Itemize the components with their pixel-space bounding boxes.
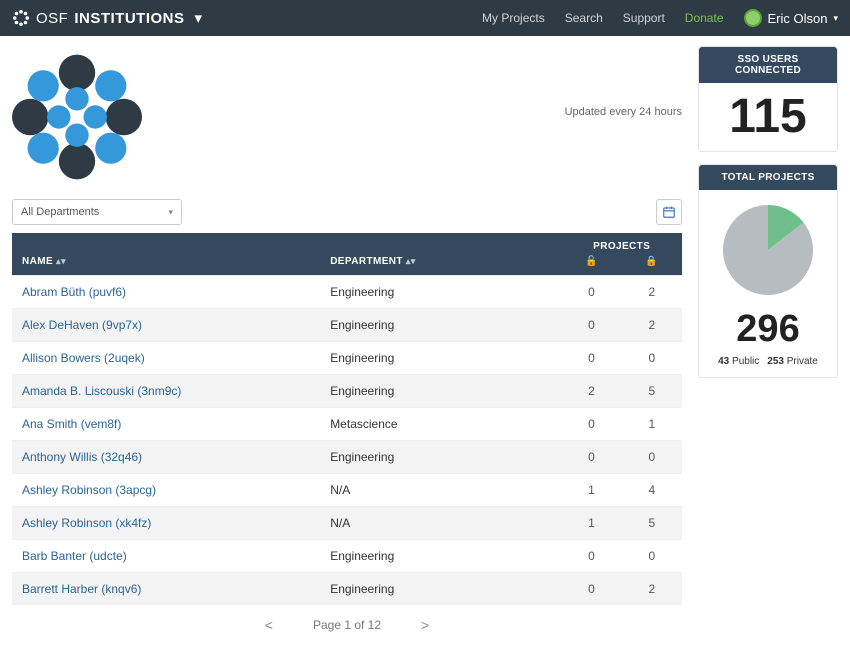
sort-icon: ▴▾ — [56, 256, 66, 266]
institution-logo — [12, 46, 142, 193]
table-row: Ana Smith (vem8f) Metascience01 — [12, 408, 682, 441]
sso-card: SSO USERS CONNECTED 115 — [698, 46, 838, 152]
private-count-cell: 2 — [622, 309, 682, 342]
calendar-icon — [662, 205, 676, 219]
dept-cell: Engineering — [320, 309, 561, 342]
public-count-cell: 0 — [561, 342, 621, 375]
pager: < Page 1 of 12 > — [12, 605, 682, 637]
col-header-name[interactable]: NAME▴▾ — [12, 233, 320, 276]
col-header-public[interactable]: 🔓 — [561, 254, 621, 276]
public-count-cell: 0 — [561, 540, 621, 573]
table-row: Ashley Robinson (3apcg) N/A14 — [12, 474, 682, 507]
table-row: Alex DeHaven (9vp7x) Engineering02 — [12, 309, 682, 342]
updated-text: Updated every 24 hours — [565, 46, 682, 118]
user-name: Eric Olson — [768, 11, 828, 26]
dept-cell: N/A — [320, 507, 561, 540]
public-count-cell: 0 — [561, 408, 621, 441]
table-row: Abram Büth (puvf6) Engineering02 — [12, 276, 682, 309]
chevron-down-icon: ▾ — [168, 207, 173, 218]
user-link[interactable]: Alex DeHaven (9vp7x) — [22, 318, 142, 332]
dept-cell: Engineering — [320, 276, 561, 309]
user-link[interactable]: Amanda B. Liscouski (3nm9c) — [22, 384, 181, 398]
users-table: NAME▴▾ DEPARTMENT▴▾ PROJECTS 🔓 🔒 Abram B… — [12, 233, 682, 605]
private-count-cell: 0 — [622, 342, 682, 375]
dept-cell: N/A — [320, 474, 561, 507]
osf-logo-icon — [12, 9, 30, 27]
sort-icon: ▴▾ — [406, 256, 416, 266]
nav-search[interactable]: Search — [565, 11, 603, 25]
top-nav: OSF INSTITUTIONS ▾ My Projects Search Sup… — [0, 0, 850, 36]
table-row: Allison Bowers (2uqek)Engineering00 — [12, 342, 682, 375]
nav-support[interactable]: Support — [623, 11, 665, 25]
lock-icon: 🔒 — [645, 256, 658, 267]
private-count-cell: 5 — [622, 507, 682, 540]
user-link[interactable]: Anthony Willis (32q46) — [22, 450, 142, 464]
user-link[interactable]: Barrett Harber (knqv6) — [22, 582, 141, 596]
private-count-cell: 0 — [622, 540, 682, 573]
private-count-cell: 4 — [622, 474, 682, 507]
private-count-cell: 2 — [622, 276, 682, 309]
brand-bold: INSTITUTIONS — [74, 10, 184, 27]
dept-cell: Engineering — [320, 441, 561, 474]
dept-cell: Engineering — [320, 540, 561, 573]
table-row: Anthony Willis (32q46)Engineering00 — [12, 441, 682, 474]
table-row: Barrett Harber (knqv6) Engineering02 — [12, 573, 682, 606]
dept-cell: Metascience — [320, 408, 561, 441]
user-menu[interactable]: Eric Olson ▾ — [744, 9, 839, 27]
chevron-down-icon[interactable]: ▾ — [195, 9, 203, 27]
dept-cell: Engineering — [320, 375, 561, 408]
dept-cell: Engineering — [320, 573, 561, 606]
projects-pie-chart — [718, 200, 818, 300]
brand-thin: OSF — [36, 10, 68, 27]
unlock-icon: 🔓 — [585, 256, 598, 267]
user-link[interactable]: Allison Bowers (2uqek) — [22, 351, 145, 365]
pager-prev[interactable]: < — [265, 617, 273, 633]
public-count-cell: 0 — [561, 276, 621, 309]
avatar — [744, 9, 762, 27]
public-count-cell: 0 — [561, 441, 621, 474]
sso-card-title: SSO USERS CONNECTED — [699, 47, 837, 83]
pager-label: Page 1 of 12 — [313, 618, 381, 632]
public-count-cell: 1 — [561, 474, 621, 507]
nav-my-projects[interactable]: My Projects — [482, 11, 545, 25]
sso-value: 115 — [709, 93, 827, 141]
total-projects-card: TOTAL PROJECTS 296 43 Public 253 Private — [698, 164, 838, 378]
dept-cell: Engineering — [320, 342, 561, 375]
nav-donate[interactable]: Donate — [685, 11, 724, 25]
public-count-cell: 1 — [561, 507, 621, 540]
user-link[interactable]: Ashley Robinson (3apcg) — [22, 483, 156, 497]
table-row: Barb Banter (udcte)Engineering00 — [12, 540, 682, 573]
user-link[interactable]: Ashley Robinson (xk4fz) — [22, 516, 151, 530]
department-select-label: All Departments — [21, 206, 99, 218]
total-projects-value: 296 — [709, 310, 827, 348]
private-count-cell: 0 — [622, 441, 682, 474]
col-header-private[interactable]: 🔒 — [622, 254, 682, 276]
user-link[interactable]: Barb Banter (udcte) — [22, 549, 127, 563]
public-count-cell: 0 — [561, 309, 621, 342]
public-count-cell: 0 — [561, 573, 621, 606]
pager-next[interactable]: > — [421, 617, 429, 633]
col-header-department[interactable]: DEPARTMENT▴▾ — [320, 233, 561, 276]
public-count-cell: 2 — [561, 375, 621, 408]
department-select[interactable]: All Departments ▾ — [12, 199, 182, 225]
total-projects-title: TOTAL PROJECTS — [699, 165, 837, 190]
table-row: Amanda B. Liscouski (3nm9c) Engineering25 — [12, 375, 682, 408]
calendar-button[interactable] — [656, 199, 682, 225]
table-row: Ashley Robinson (xk4fz) N/A15 — [12, 507, 682, 540]
pie-legend: 43 Public 253 Private — [709, 356, 827, 367]
brand[interactable]: OSF INSTITUTIONS ▾ — [12, 9, 203, 27]
private-count-cell: 1 — [622, 408, 682, 441]
user-link[interactable]: Ana Smith (vem8f) — [22, 417, 121, 431]
user-link[interactable]: Abram Büth (puvf6) — [22, 285, 126, 299]
private-count-cell: 5 — [622, 375, 682, 408]
private-count-cell: 2 — [622, 573, 682, 606]
col-header-projects: PROJECTS — [561, 233, 682, 254]
chevron-down-icon: ▾ — [833, 13, 838, 24]
